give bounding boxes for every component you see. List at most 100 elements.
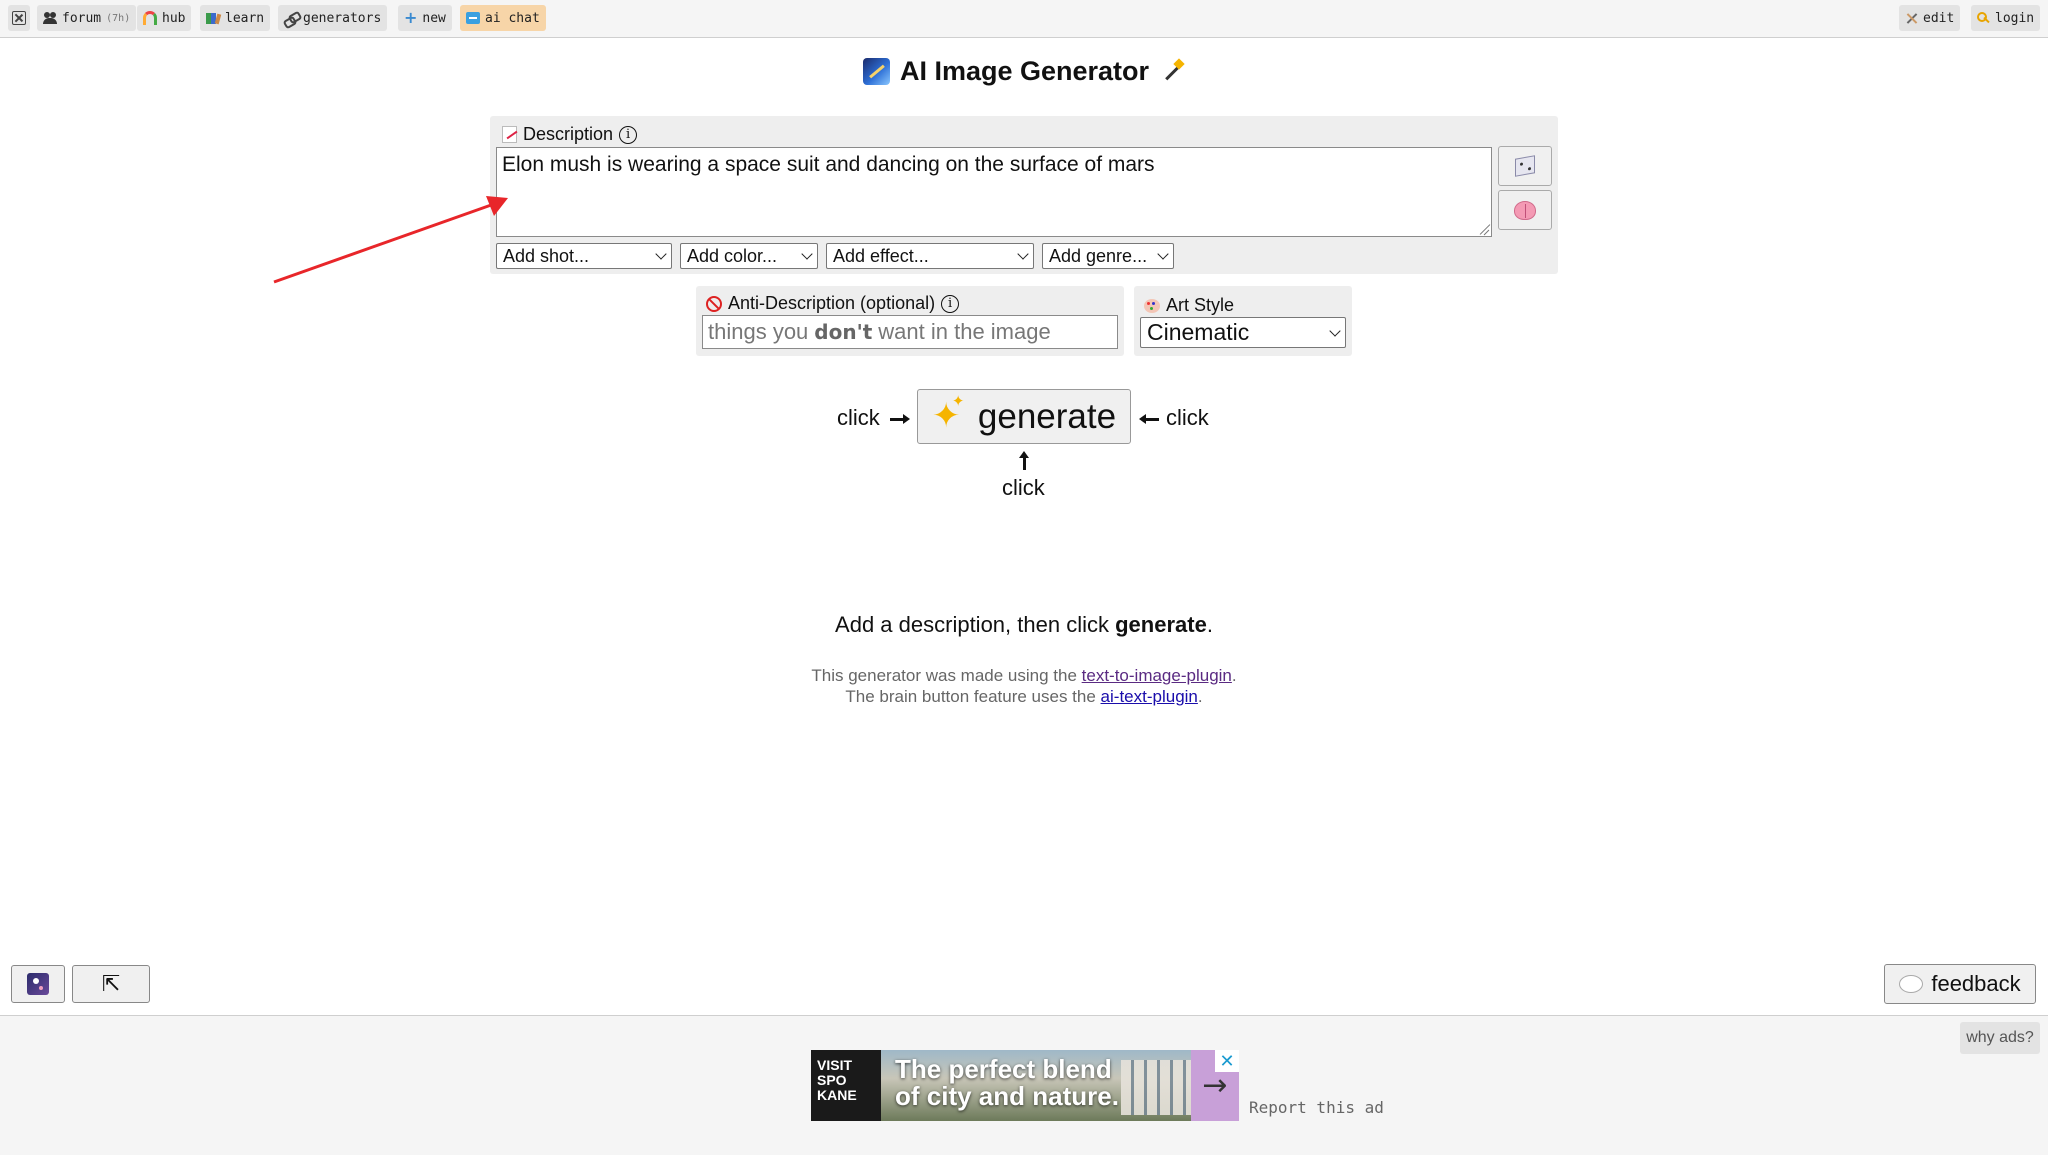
click-hint-below: click — [1002, 475, 1045, 500]
ai-text-plugin-link[interactable]: ai-text-plugin — [1101, 687, 1198, 706]
nav-learn[interactable]: learn — [200, 5, 271, 31]
generate-button[interactable]: generate — [917, 389, 1131, 444]
nav-new-label: new — [422, 10, 446, 26]
feedback-label: feedback — [1931, 971, 2021, 996]
hint-pre: Add a description, then click — [835, 612, 1116, 637]
add-genre-select[interactable]: Add genre... — [1042, 243, 1174, 269]
resize-handle[interactable] — [1478, 223, 1490, 235]
nav-forum-label: forum — [62, 10, 102, 26]
chevron-down-icon — [801, 248, 813, 260]
magic-wand-icon — [1159, 59, 1185, 85]
art-style-label-row: Art Style — [1144, 295, 1234, 316]
ad-headline-line1: The perfect blend — [895, 1054, 1112, 1084]
click-hint-right: click — [1166, 405, 1209, 430]
add-genre-label: Add genre... — [1049, 245, 1148, 266]
art-style-select[interactable]: Cinematic — [1140, 317, 1346, 348]
anti-description-input[interactable]: things you don't want in the image — [702, 315, 1118, 349]
add-color-select[interactable]: Add color... — [680, 243, 818, 269]
nav-new[interactable]: + new — [398, 5, 452, 31]
prohibited-icon — [706, 295, 722, 312]
rainbow-icon — [143, 11, 157, 25]
generate-label: generate — [977, 396, 1117, 436]
art-style-label: Art Style — [1166, 295, 1235, 315]
credits-line1-post: . — [1231, 666, 1237, 685]
speech-bubble-icon — [1899, 975, 1924, 993]
instructions-text: Add a description, then click generate. — [0, 612, 2048, 638]
brain-button[interactable] — [1498, 190, 1552, 230]
nav-learn-label: learn — [225, 10, 265, 26]
memo-icon — [502, 126, 517, 143]
add-shot-select[interactable]: Add shot... — [496, 243, 672, 269]
add-shot-label: Add shot... — [503, 245, 590, 266]
credits-line2-pre: The brain button feature uses the — [845, 687, 1101, 706]
close-icon — [12, 11, 26, 25]
hint-bold: generate — [1115, 612, 1207, 637]
nav-ai-chat-label: ai chat — [485, 10, 540, 26]
ad-headline: The perfect blend of city and nature. — [895, 1056, 1119, 1110]
report-ad-link[interactable]: Report this ad — [1249, 1098, 1384, 1117]
arrow-up-icon — [1019, 451, 1029, 470]
tools-icon — [1905, 12, 1918, 25]
dice-icon — [1515, 155, 1535, 177]
nav-edit[interactable]: edit — [1899, 5, 1961, 31]
art-style-value: Cinematic — [1147, 319, 1250, 345]
annotation-arrow — [273, 196, 508, 284]
palette-icon — [1144, 298, 1160, 313]
nav-generators-label: generators — [303, 10, 382, 26]
why-ads-button[interactable]: why ads? — [1960, 1022, 2040, 1054]
chevron-down-icon — [1329, 324, 1341, 337]
top-nav-bar: forum (7h) hub learn generators + new ai… — [0, 0, 2048, 38]
ad-headline-line2: of city and nature. — [895, 1081, 1119, 1111]
add-effect-select[interactable]: Add effect... — [826, 243, 1034, 269]
info-icon[interactable]: i — [619, 125, 638, 144]
plus-icon: + — [404, 8, 418, 27]
credits-text: This generator was made using the text-t… — [0, 665, 2048, 707]
feedback-button[interactable]: feedback — [1884, 964, 2036, 1004]
nav-login[interactable]: login — [1971, 5, 2041, 31]
nav-ai-chat[interactable]: ai chat — [460, 5, 546, 31]
description-label: Description — [523, 124, 614, 144]
arrow-up-left-icon: ⇱ — [101, 971, 121, 997]
scroll-top-button[interactable]: ⇱ — [72, 965, 150, 1003]
anti-placeholder-bold: don't — [814, 320, 873, 344]
nav-edit-label: edit — [1923, 10, 1955, 26]
chat-icon — [466, 12, 480, 24]
space-image-icon — [862, 58, 890, 85]
hint-post: . — [1206, 612, 1213, 637]
add-effect-label: Add effect... — [833, 245, 929, 266]
books-icon — [206, 12, 220, 25]
ad-banner[interactable]: VISIT SPO KANE The perfect blend of city… — [811, 1050, 1239, 1121]
nav-login-label: login — [1995, 10, 2035, 26]
nav-hub[interactable]: hub — [137, 5, 192, 31]
nav-generators[interactable]: generators — [278, 5, 388, 31]
nav-hub-label: hub — [162, 10, 186, 26]
chevron-down-icon — [655, 248, 667, 260]
gallery-icon — [27, 973, 49, 995]
random-description-button[interactable] — [1498, 146, 1552, 186]
anti-placeholder-pre: things you — [708, 319, 809, 344]
nav-forum[interactable]: forum (7h) — [37, 5, 137, 31]
close-sidebar-button[interactable] — [8, 5, 30, 31]
gallery-button[interactable] — [11, 965, 65, 1003]
anti-description-label: Anti-Description (optional) — [728, 293, 936, 313]
brain-icon — [1514, 200, 1536, 220]
ad-close-button[interactable]: ✕ — [1215, 1050, 1239, 1072]
anti-placeholder-post: want in the image — [878, 319, 1051, 344]
page-title-text: AI Image Generator — [899, 56, 1150, 86]
anti-description-label-row: Anti-Description (optional) i — [706, 293, 960, 314]
sparkles-icon — [932, 392, 966, 436]
ad-logo: VISIT SPO KANE — [811, 1050, 881, 1121]
click-hint-left: click — [837, 405, 880, 430]
arrow-left-icon — [1139, 414, 1159, 424]
nav-forum-count: (7h) — [106, 12, 131, 24]
arrow-right-icon — [890, 414, 910, 424]
add-color-label: Add color... — [687, 245, 778, 266]
text-to-image-plugin-link[interactable]: text-to-image-plugin — [1082, 666, 1232, 685]
info-icon[interactable]: i — [941, 294, 960, 313]
description-textarea[interactable]: Elon mush is wearing a space suit and da… — [496, 147, 1492, 237]
chain-icon — [284, 12, 298, 24]
page-title: AI Image Generator — [0, 56, 2048, 87]
description-label-row: Description i — [502, 124, 638, 145]
chevron-down-icon — [1157, 248, 1169, 260]
credits-line1-pre: This generator was made using the — [811, 666, 1082, 685]
